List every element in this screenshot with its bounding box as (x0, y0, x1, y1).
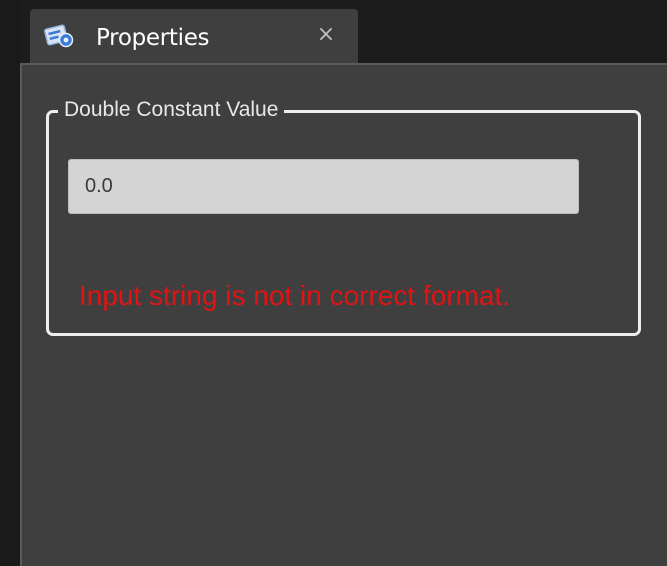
tab-properties[interactable]: Properties × (30, 9, 358, 64)
validation-error-message: Input string is not in correct format. (79, 280, 511, 311)
window-edge (0, 0, 20, 566)
groupbox-label: Double Constant Value (58, 97, 285, 123)
double-value-input[interactable] (68, 159, 579, 214)
tab-title: Properties (96, 25, 210, 51)
properties-icon (43, 22, 75, 50)
close-icon[interactable]: × (311, 20, 341, 50)
